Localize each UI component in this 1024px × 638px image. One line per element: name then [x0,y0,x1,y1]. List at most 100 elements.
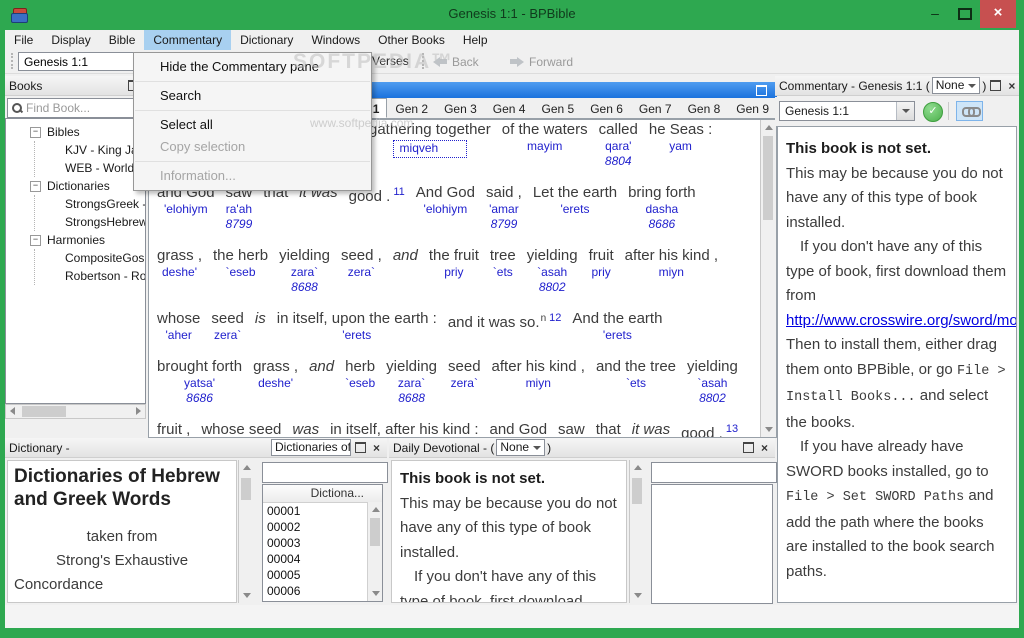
scroll-up-icon[interactable] [372,507,380,512]
bible-word-unit[interactable]: the herb `eseb [213,246,268,280]
scroll-up-icon[interactable] [243,465,251,470]
transliteration[interactable]: priy [591,265,610,280]
menu-bible[interactable]: Bible [100,30,145,50]
transliteration[interactable]: yam [669,139,692,154]
bible-word-unit[interactable]: in itself, upon the earth :'erets [277,309,437,343]
scroll-up-icon[interactable] [634,465,642,470]
transliteration[interactable]: `asah [537,265,567,280]
transliteration[interactable]: zara` [398,376,425,391]
reference-input[interactable] [18,52,147,71]
tree-item[interactable]: CompositeGospe [35,249,145,267]
strongs-number[interactable]: 8686 [186,391,213,406]
bible-word-unit[interactable]: yielding `asah 8802 [687,357,738,406]
bible-word-unit[interactable]: fruit priy [589,246,614,280]
transliteration[interactable]: miyn [659,265,684,280]
tab-gen-4[interactable]: Gen 4 [485,98,534,118]
dictionary-list-header[interactable]: Dictiona... [263,485,382,503]
transliteration[interactable]: `ets [626,376,646,391]
scroll-up-icon[interactable] [765,125,773,130]
transliteration[interactable]: deshe' [162,265,197,280]
bible-word-unit[interactable]: called qara' 8804 [599,120,638,169]
bible-word-unit[interactable]: said ,'amar 8799 [486,183,522,232]
transliteration[interactable]: 'elohiym [424,202,468,217]
bible-word-unit[interactable]: grass , deshe' [157,246,202,280]
collapse-icon[interactable]: − [30,126,41,138]
devotional-vertical-scrollbar[interactable] [629,460,645,603]
bible-word-unit[interactable]: of the waters mayim [502,120,588,154]
scroll-down-icon[interactable] [243,593,251,598]
tree-group-dictionaries[interactable]: − Dictionaries [6,177,145,195]
bible-word-unit[interactable]: bring forth dasha 8686 [628,183,696,232]
transliteration[interactable]: miqveh [392,140,468,158]
bible-word-unit[interactable]: in itself, after his kind : [330,420,478,437]
transliteration[interactable]: dasha [646,202,679,217]
dictionary-lookup-input[interactable] [262,462,388,483]
scroll-thumb[interactable] [22,406,66,417]
scroll-thumb[interactable] [241,478,251,500]
bible-word-unit[interactable]: the fruit priy [429,246,479,280]
transliteration[interactable]: `asah [697,376,727,391]
transliteration[interactable]: 'erets [603,328,632,343]
strongs-number[interactable]: 8688 [398,391,425,406]
close-button[interactable]: × [980,0,1016,28]
bible-word-unit[interactable]: seed , zera` [341,246,382,280]
close-pane-icon[interactable]: × [373,441,380,455]
devotional-lookup-input[interactable] [651,462,777,483]
tree-group-harmonies[interactable]: − Harmonies [6,231,145,249]
dictionary-entry[interactable]: 00004 [263,551,382,567]
transliteration[interactable]: zara` [291,265,318,280]
menu-commentary[interactable]: Commentary [144,30,232,50]
bible-word-unit[interactable]: good . 13 [681,420,738,437]
tab-gen-7[interactable]: Gen 7 [631,98,680,118]
bible-word-unit[interactable]: brought forth yatsa' 8686 [157,357,242,406]
tab-gen-2[interactable]: Gen 2 [387,98,436,118]
float-pane-icon[interactable] [742,442,754,453]
tab-gen-8[interactable]: Gen 8 [680,98,729,118]
dictionary-vertical-scrollbar[interactable] [238,460,254,603]
bible-word-unit[interactable]: grass , deshe' [253,357,298,391]
minimize-button[interactable]: – [920,0,950,28]
bible-word-unit[interactable]: yielding zara` 8688 [279,246,330,295]
collapse-icon[interactable]: − [30,234,41,246]
bible-word-unit[interactable]: he Seas : yam [649,120,712,154]
bible-word-unit[interactable]: it was [632,420,670,437]
bible-word-unit[interactable]: and [393,246,418,265]
strongs-number[interactable]: 8802 [539,280,566,295]
transliteration[interactable]: 'elohiym [164,202,208,217]
scroll-thumb[interactable] [632,478,642,504]
find-book-input[interactable]: Find Book... [7,98,144,118]
bible-word-unit[interactable]: and [309,357,334,376]
tab-gen-5[interactable]: Gen 5 [533,98,582,118]
bible-word-unit[interactable]: whose'aher [157,309,200,343]
bible-word-unit[interactable]: after his kind , miyn [625,246,718,280]
forward-button[interactable]: Forward [510,52,573,71]
transliteration[interactable]: deshe' [258,376,293,391]
transliteration[interactable]: `eseb [226,265,256,280]
bible-word-unit[interactable]: and the tree `ets [596,357,676,391]
bible-word-unit[interactable]: and God [490,420,548,437]
devotional-book-select[interactable]: None [496,439,546,456]
commentary-book-select[interactable]: None [931,77,981,94]
transliteration[interactable]: qara' [605,139,631,154]
books-horizontal-scrollbar[interactable] [5,404,146,419]
tab-gen-3[interactable]: Gen 3 [436,98,485,118]
scroll-thumb[interactable] [370,518,380,546]
transliteration[interactable]: `ets [493,265,513,280]
bible-word-unit[interactable]: And God'elohiym [416,183,475,217]
bible-word-unit[interactable]: that [596,420,621,437]
dictionary-entry[interactable]: 00003 [263,535,382,551]
menu-item-search[interactable]: Search [134,85,371,107]
menu-file[interactable]: File [5,30,42,50]
transliteration[interactable]: 'aher [166,328,192,343]
bible-word-unit[interactable]: saw [558,420,585,437]
strongs-number[interactable]: 8804 [605,154,632,169]
transliteration[interactable]: yatsa' [184,376,215,391]
tab-gen-9[interactable]: Gen 9 [728,98,777,118]
float-pane-icon[interactable] [990,80,1002,91]
toolbar-grip[interactable] [11,53,16,69]
commentary-reference-combo[interactable]: Genesis 1:1 [779,101,915,121]
bible-word-unit[interactable]: was [292,420,319,437]
dictionary-entry[interactable]: 00005 [263,567,382,583]
tree-group-bibles[interactable]: − Bibles [6,123,145,141]
bible-word-unit[interactable]: And the earth'erets [572,309,662,343]
